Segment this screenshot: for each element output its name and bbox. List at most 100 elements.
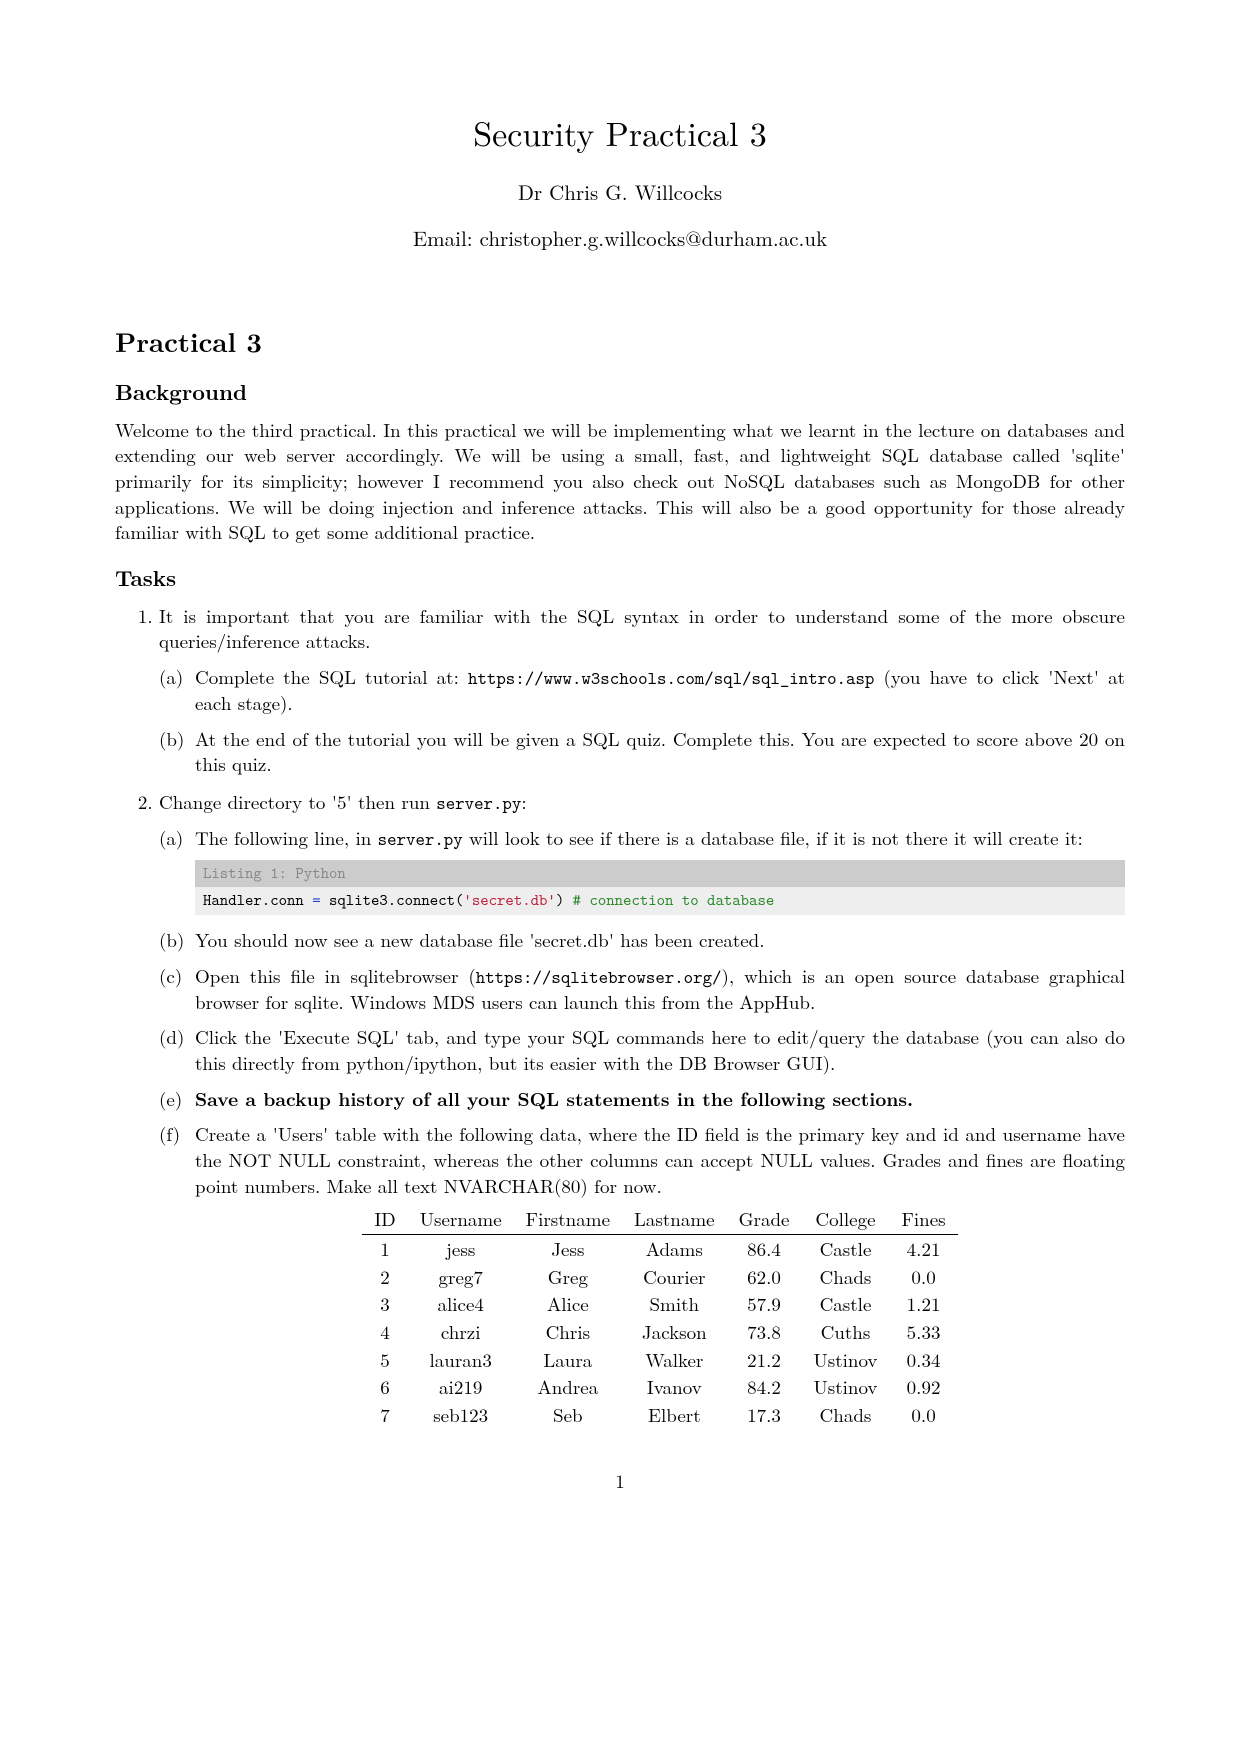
th-college: College <box>801 1206 889 1234</box>
task-1: It is important that you are familiar wi… <box>159 603 1125 778</box>
cell-fines: 4.21 <box>889 1234 957 1262</box>
task-2c-url: https://sqlitebrowser.org/ <box>476 965 722 989</box>
table-row: 2 greg7 Greg Courier 62.0 Chads 0.0 <box>362 1263 957 1291</box>
cell-college: Castle <box>801 1234 889 1262</box>
cell-lastname: Jackson <box>622 1318 727 1346</box>
cell-fines: 5.33 <box>889 1318 957 1346</box>
cell-lastname: Smith <box>622 1290 727 1318</box>
cell-grade: 84.2 <box>727 1373 802 1401</box>
task-2a-cmd: server.py <box>378 827 463 851</box>
cell-grade: 21.2 <box>727 1346 802 1374</box>
cell-username: alice4 <box>408 1290 514 1318</box>
cell-firstname: Seb <box>514 1401 622 1429</box>
task-2f-text: Create a 'Users' table with the followin… <box>195 1120 1125 1198</box>
task-2e-text: Save a backup history of all your SQL st… <box>195 1084 913 1112</box>
cell-lastname: Courier <box>622 1263 727 1291</box>
cell-lastname: Adams <box>622 1234 727 1262</box>
table-row: 6 ai219 Andrea Ivanov 84.2 Ustinov 0.92 <box>362 1373 957 1401</box>
cell-college: Ustinov <box>801 1346 889 1374</box>
users-table: ID Username Firstname Lastname Grade Col… <box>362 1206 957 1428</box>
cell-id: 4 <box>362 1318 407 1346</box>
cell-grade: 86.4 <box>727 1234 802 1262</box>
task-2a-pre: The following line, in <box>195 824 378 851</box>
cell-college: Chads <box>801 1401 889 1429</box>
cell-grade: 57.9 <box>727 1290 802 1318</box>
task-2-intro-cmd: server.py <box>436 791 521 815</box>
table-row: 3 alice4 Alice Smith 57.9 Castle 1.21 <box>362 1290 957 1318</box>
cell-fines: 0.34 <box>889 1346 957 1374</box>
th-id: ID <box>362 1206 407 1234</box>
tasks-list: It is important that you are familiar wi… <box>115 603 1125 1429</box>
table-row: 1 jess Jess Adams 86.4 Castle 4.21 <box>362 1234 957 1262</box>
cell-grade: 62.0 <box>727 1263 802 1291</box>
task-2-sublist: The following line, in server.py will lo… <box>159 825 1125 1428</box>
doc-title: Security Practical 3 <box>115 110 1125 156</box>
code-seg-5: ) <box>556 890 573 911</box>
cell-fines: 0.92 <box>889 1373 957 1401</box>
task-1a-url: https://www.w3schools.com/sql/sql_intro.… <box>468 666 874 690</box>
code-seg-1: Handler.conn <box>203 890 312 911</box>
cell-lastname: Elbert <box>622 1401 727 1429</box>
code-seg-3: sqlite3.connect( <box>321 890 464 911</box>
background-paragraph: Welcome to the third practical. In this … <box>115 417 1125 545</box>
th-lastname: Lastname <box>622 1206 727 1234</box>
task-2d: Click the 'Execute SQL' tab, and type yo… <box>195 1024 1125 1075</box>
code-listing-title: Listing 1: Python <box>195 860 1125 888</box>
cell-username: lauran3 <box>408 1346 514 1374</box>
cell-college: Chads <box>801 1263 889 1291</box>
table-row: 4 chrzi Chris Jackson 73.8 Cuths 5.33 <box>362 1318 957 1346</box>
table-header-row: ID Username Firstname Lastname Grade Col… <box>362 1206 957 1234</box>
background-heading: Background <box>115 377 1125 407</box>
cell-username: jess <box>408 1234 514 1262</box>
task-2e: Save a backup history of all your SQL st… <box>195 1086 1125 1112</box>
task-2-intro-pre: Change directory to '5' then run <box>159 788 436 815</box>
task-1a: Complete the SQL tutorial at: https://ww… <box>195 664 1125 716</box>
cell-fines: 0.0 <box>889 1401 957 1429</box>
task-1-intro: It is important that you are familiar wi… <box>159 602 1125 655</box>
cell-college: Cuths <box>801 1318 889 1346</box>
page-number: 1 <box>115 1468 1125 1494</box>
task-1-sublist: Complete the SQL tutorial at: https://ww… <box>159 664 1125 777</box>
task-1b: At the end of the tutorial you will be g… <box>195 726 1125 777</box>
cell-id: 7 <box>362 1401 407 1429</box>
task-2-intro-post: : <box>521 788 526 815</box>
table-row: 5 lauran3 Laura Walker 21.2 Ustinov 0.34 <box>362 1346 957 1374</box>
cell-username: chrzi <box>408 1318 514 1346</box>
cell-firstname: Laura <box>514 1346 622 1374</box>
th-grade: Grade <box>727 1206 802 1234</box>
table-row: 7 seb123 Seb Elbert 17.3 Chads 0.0 <box>362 1401 957 1429</box>
code-seg-4: 'secret.db' <box>463 890 555 911</box>
code-listing: Listing 1: Python Handler.conn = sqlite3… <box>195 860 1125 915</box>
task-1a-pre: Complete the SQL tutorial at: <box>195 663 468 690</box>
cell-firstname: Jess <box>514 1234 622 1262</box>
tasks-heading: Tasks <box>115 563 1125 593</box>
doc-email: Email: christopher.g.willcocks@durham.ac… <box>115 224 1125 252</box>
cell-lastname: Walker <box>622 1346 727 1374</box>
table-body: 1 jess Jess Adams 86.4 Castle 4.21 2 gre… <box>362 1234 957 1428</box>
code-listing-body: Handler.conn = sqlite3.connect('secret.d… <box>195 887 1125 915</box>
cell-college: Ustinov <box>801 1373 889 1401</box>
cell-id: 5 <box>362 1346 407 1374</box>
section-heading: Practical 3 <box>115 323 1125 359</box>
cell-fines: 1.21 <box>889 1290 957 1318</box>
task-2b: You should now see a new database file '… <box>195 927 1125 953</box>
cell-username: seb123 <box>408 1401 514 1429</box>
cell-firstname: Andrea <box>514 1373 622 1401</box>
cell-lastname: Ivanov <box>622 1373 727 1401</box>
task-2a: The following line, in server.py will lo… <box>195 825 1125 914</box>
task-2: Change directory to '5' then run server.… <box>159 789 1125 1428</box>
task-2c: Open this file in sqlitebrowser (https:/… <box>195 963 1125 1015</box>
cell-id: 2 <box>362 1263 407 1291</box>
th-username: Username <box>408 1206 514 1234</box>
code-seg-2: = <box>312 890 320 911</box>
doc-author: Dr Chris G. Willcocks <box>115 178 1125 206</box>
task-2c-pre: Open this file in sqlitebrowser ( <box>195 962 476 989</box>
task-2f: Create a 'Users' table with the followin… <box>195 1121 1125 1428</box>
cell-firstname: Alice <box>514 1290 622 1318</box>
cell-grade: 73.8 <box>727 1318 802 1346</box>
cell-grade: 17.3 <box>727 1401 802 1429</box>
task-2a-post: will look to see if there is a database … <box>463 824 1083 851</box>
cell-college: Castle <box>801 1290 889 1318</box>
cell-id: 6 <box>362 1373 407 1401</box>
cell-username: greg7 <box>408 1263 514 1291</box>
